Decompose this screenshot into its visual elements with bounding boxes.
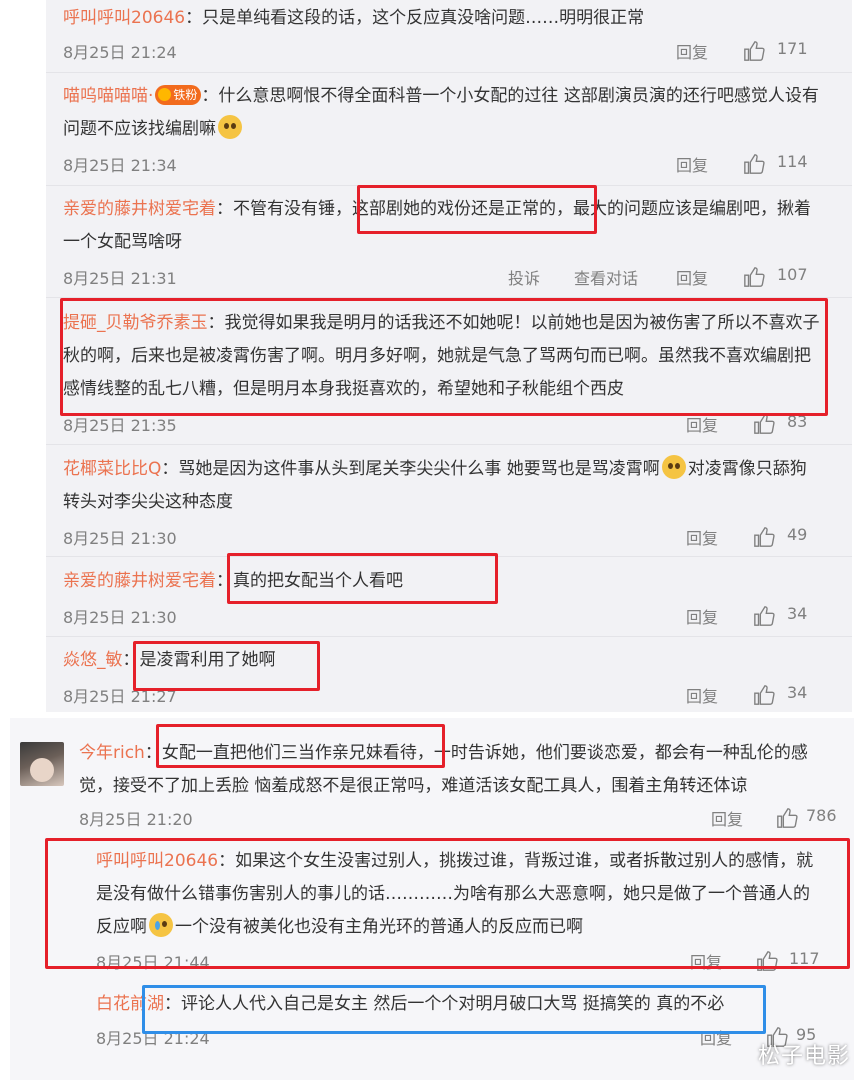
comment-meta: 8月25日 21:30 回复 34 [63,604,808,628]
comment-meta: 8月25日 21:24 回复 95 [96,1025,821,1049]
like-icon[interactable] [743,266,765,288]
reply-button[interactable]: 回复 [690,949,722,973]
main-comment: 今年rich：女配一直把他们三当作亲兄妹看待，一时告诉她，他们要谈恋爱，都会有一… [79,737,829,803]
comment-time: 8月25日 21:24 [63,43,177,62]
comment-time: 8月25日 21:31 [63,269,177,288]
comment-item: 焱悠_敏：是凌霄利用了她啊 [63,644,823,677]
comment-time: 8月25日 21:35 [63,416,177,435]
divider [46,185,852,186]
view-dialog-button[interactable]: 查看对话 [574,265,638,289]
like-count: 171 [777,39,808,58]
comment-item: 提砸_贝勒爷乔素玉：我觉得如果我是明月的话我还不如她呢！以前她也是因为被伤害了所… [63,307,823,406]
reply-button[interactable]: 回复 [686,604,718,628]
like-icon[interactable] [753,413,775,435]
divider [46,636,852,637]
comment-text: ：只是单纯看这段的话，这个反应真没啥问题……明明很正常 [185,8,645,28]
report-button[interactable]: 投诉 [508,265,540,289]
comment-username[interactable]: 白花前湖 [96,994,164,1014]
comment-item: 呼叫呼叫20646：只是单纯看这段的话，这个反应真没啥问题……明明很正常 [63,2,823,35]
reply-button[interactable]: 回复 [676,265,708,289]
like-count: 34 [787,604,808,623]
comment-text: ：评论人人代入自己是女主 然后一个个对明月破口大骂 挺搞笑的 真的不必 [164,994,725,1014]
comment-time: 8月25日 21:34 [63,156,177,175]
like-icon[interactable] [743,40,765,62]
like-icon[interactable] [776,807,798,829]
comment-meta: 8月25日 21:24 回复 171 [63,39,808,63]
comment-username[interactable]: 喵呜喵喵喵· [63,86,153,106]
comment-username[interactable]: 呼叫呼叫20646 [63,8,185,28]
like-icon[interactable] [743,153,765,175]
reply-item: 白花前湖：评论人人代入自己是女主 然后一个个对明月破口大骂 挺搞笑的 真的不必 [96,988,821,1021]
comment-username[interactable]: 今年rich [79,743,145,763]
reply-button[interactable]: 回复 [686,525,718,549]
like-count: 34 [787,683,808,702]
comment-meta: 8月25日 21:27 回复 34 [63,683,808,707]
like-count: 117 [789,949,820,968]
comment-time: 8月25日 21:20 [79,810,193,829]
like-count: 83 [787,412,808,431]
comment-time: 8月25日 21:24 [96,1029,210,1048]
comment-text: ：是凌霄利用了她啊 [122,650,276,670]
like-count: 786 [806,806,837,825]
divider [46,444,852,445]
like-count: 114 [777,152,808,171]
comment-username[interactable]: 焱悠_敏 [63,650,123,670]
comment-item: 亲爱的藤井树爱宅着：真的把女配当个人看吧 [63,565,823,598]
comment-meta: 8月25日 21:30 回复 49 [63,525,808,549]
comment-text: ：女配一直把他们三当作亲兄妹看待，一时告诉她，他们要谈恋爱，都会有一种乱伦的感觉… [79,743,808,796]
like-icon[interactable] [753,684,775,706]
comment-meta: 8月25日 21:35 回复 83 [63,412,808,436]
like-icon[interactable] [753,605,775,627]
avatar[interactable] [20,742,64,786]
like-icon[interactable] [756,950,778,972]
reply-button[interactable]: 回复 [686,412,718,436]
reply-button[interactable]: 回复 [676,39,708,63]
comment-meta: 8月25日 21:31 投诉 查看对话 回复 107 [63,265,808,289]
comment-item: 花椰菜比比Q：骂她是因为这件事从头到尾关李尖尖什么事 她要骂也是骂凌霄啊 对凌霄像… [63,453,823,519]
comment-text: ：骂她是因为这件事从头到尾关李尖尖什么事 她要骂也是骂凌霄啊 [161,459,660,479]
divider [46,297,852,298]
comment-username[interactable]: 花椰菜比比Q [63,459,161,479]
fan-badge: 铁粉 [155,85,202,105]
like-count: 49 [787,525,808,544]
comment-meta: 8月25日 21:20 回复 786 [79,806,837,830]
comment-meta: 8月25日 21:34 回复 114 [63,152,808,176]
like-icon[interactable] [753,526,775,548]
comment-item: 喵呜喵喵喵· 铁粉 ：什么意思啊恨不得全面科普一个小女配的过往 这部剧演员演的还行吧… [63,80,823,146]
comment-time: 8月25日 21:27 [63,687,177,706]
comment-meta: 8月25日 21:44 回复 117 [96,949,821,973]
comment-text-continued: 一个没有被美化也没有主角光环的普通人的反应而已啊 [175,917,583,937]
reply-button[interactable]: 回复 [700,1025,732,1049]
reply-item: 呼叫呼叫20646：如果这个女生没害过别人，挑拨过谁，背叛过谁，或者拆散过别人的… [96,845,821,944]
comment-username[interactable]: 呼叫呼叫20646 [96,851,218,871]
comment-username[interactable]: 提砸_贝勒爷乔素玉 [63,313,208,333]
comment-username[interactable]: 亲爱的藤井树爱宅着 [63,571,216,591]
watermark: 松子电影 [757,1044,850,1069]
divider [46,556,852,557]
like-count: 107 [777,265,808,284]
reply-button[interactable]: 回复 [676,152,708,176]
comment-time: 8月25日 21:30 [63,608,177,627]
comment-text: ：真的把女配当个人看吧 [216,571,403,591]
comment-item: 亲爱的藤井树爱宅着：不管有没有锤，这部剧她的戏份还是正常的，最大的问题应该是编剧… [63,193,823,259]
comment-time: 8月25日 21:44 [96,953,210,972]
reply-button[interactable]: 回复 [711,806,743,830]
comment-username[interactable]: 亲爱的藤井树爱宅着 [63,199,216,219]
comment-time: 8月25日 21:30 [63,529,177,548]
divider [46,72,852,73]
doubt-emoji-icon [661,455,686,479]
cry-laugh-emoji-icon [149,913,173,937]
reply-button[interactable]: 回复 [686,683,718,707]
doubt-emoji-icon [218,115,242,139]
